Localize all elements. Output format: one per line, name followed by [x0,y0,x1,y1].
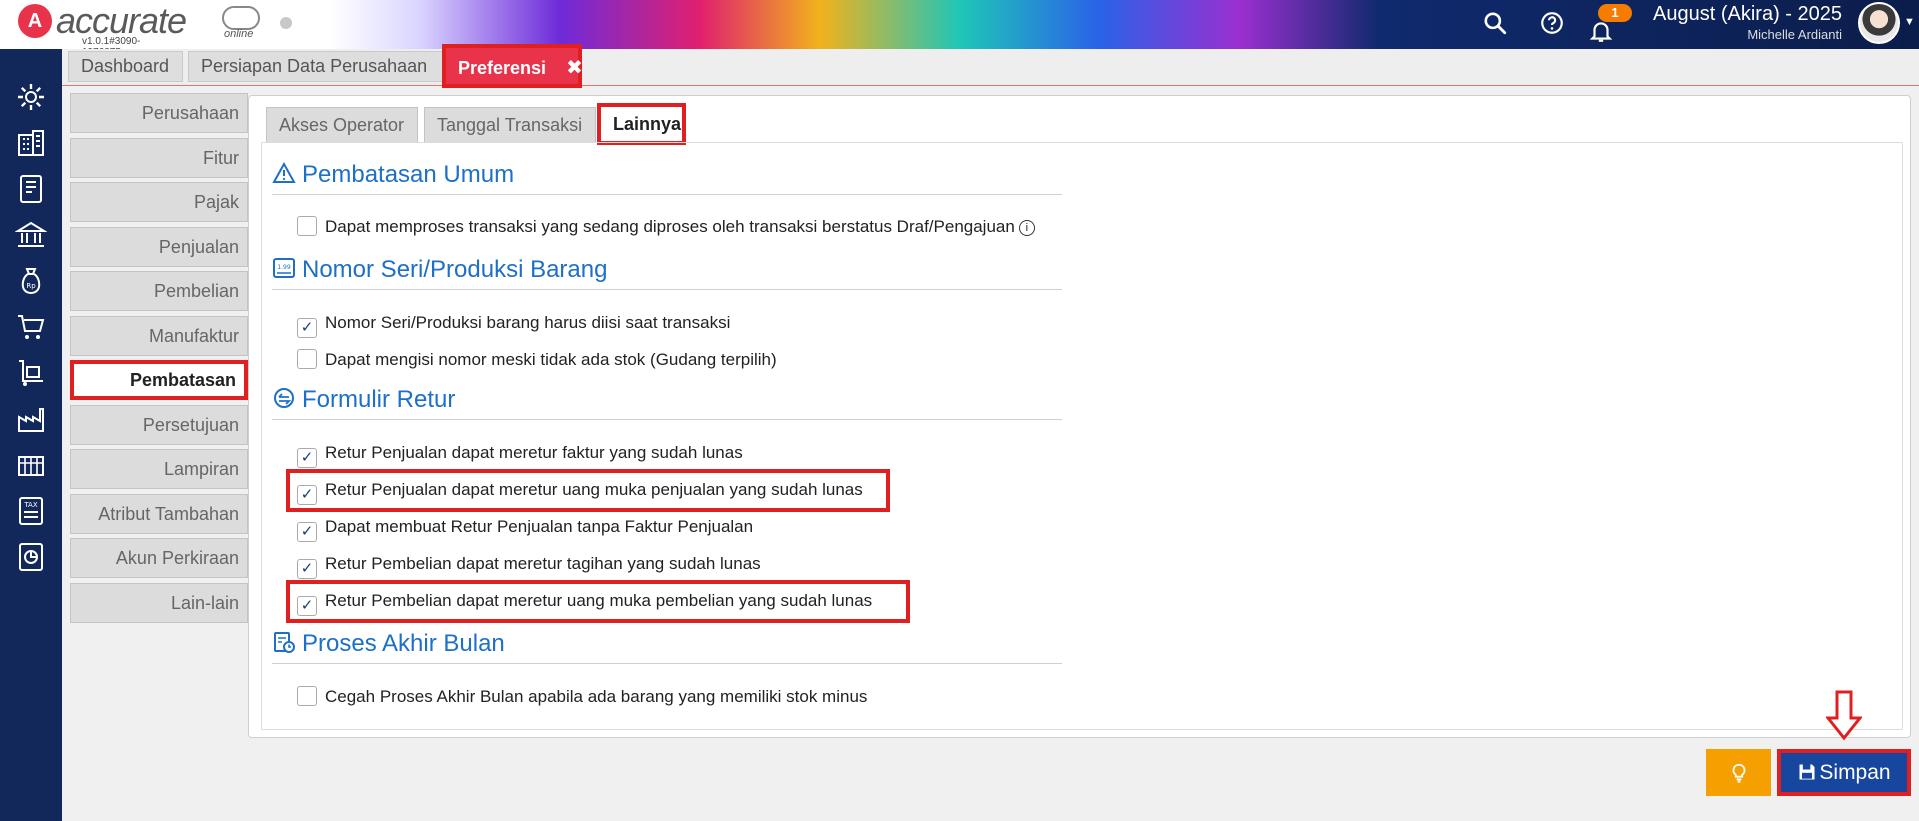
checkbox-unchecked[interactable] [297,216,317,236]
logo-badge-icon: A [18,4,52,38]
section-akun-perkiraan[interactable]: Akun Perkiraan [70,538,248,578]
tab-preferensi[interactable]: Preferensi ✖ [442,44,583,88]
serial-number-icon: 1.99 [273,258,295,278]
chevron-down-icon[interactable]: ▼ [1904,16,1915,28]
tab-dashboard[interactable]: Dashboard [68,51,183,82]
checkbox-checked[interactable]: ✓ [297,318,317,338]
group-title: Proses Akhir Bulan [302,630,505,657]
group-heading-nomor-seri: 1.99 Nomor Seri/Produksi Barang [272,250,1062,290]
money-bag-icon[interactable]: Rp [15,265,47,297]
option-label: Retur Penjualan dapat meretur faktur yan… [325,443,743,462]
section-perusahaan[interactable]: Perusahaan [70,93,248,133]
info-icon[interactable]: i [1018,220,1035,236]
section-pembatasan[interactable]: Pembatasan [70,360,248,400]
option-retur-tanpa-faktur[interactable]: ✓ Dapat membuat Retur Penjualan tanpa Fak… [297,513,754,542]
cloud-icon [222,6,260,30]
option-retur-tagihan-lunas[interactable]: ✓ Retur Pembelian dapat meretur tagihan y… [297,550,761,579]
top-bar: A accurate online v1.0.1#3090-1976875 1 … [0,0,1919,58]
report-icon[interactable] [15,541,47,573]
section-penjualan[interactable]: Penjualan [70,226,248,267]
group-title: Nomor Seri/Produksi Barang [302,256,608,283]
subtab-tanggal-transaksi[interactable]: Tanggal Transaksi [424,107,596,143]
option-cegah-stok-minus[interactable]: Cegah Proses Akhir Bulan apabila ada bar… [297,683,867,711]
highlight-box [286,580,910,623]
group-heading-pembatasan-umum: Pembatasan Umum [272,155,1062,195]
ledger-icon[interactable] [15,173,47,205]
return-icon [274,388,294,408]
options-form: Pembatasan Umum Dapat memproses transaks… [261,142,1903,730]
section-pembelian[interactable]: Pembelian [70,271,248,311]
cart-icon[interactable] [15,311,47,343]
checkbox-checked[interactable]: ✓ [297,448,317,468]
user-name[interactable]: Michelle Ardianti [1747,27,1842,42]
svg-text:Rp: Rp [26,282,36,290]
tab-label: Persiapan Data Perusahaan [201,56,428,76]
tab-label: Preferensi [458,58,547,78]
save-button[interactable]: Simpan [1777,749,1911,796]
factory-icon[interactable] [15,403,47,435]
option-label: Dapat mengisi nomor meski tidak ada stok… [325,350,777,369]
accounting-period[interactable]: August (Akira) - 2025 [1653,3,1842,26]
group-heading-proses-akhir-bulan: Proses Akhir Bulan [272,624,1062,664]
option-retur-faktur-lunas[interactable]: ✓ Retur Penjualan dapat meretur faktur ya… [297,439,743,468]
option-nomor-seri-wajib[interactable]: ✓ Nomor Seri/Produksi barang harus diisi … [297,309,731,338]
option-label: Dapat memproses transaksi yang sedang di… [325,217,1015,236]
preference-section-nav: Perusahaan Fitur Pajak Penjualan Pembeli… [70,93,248,627]
subtab-lainnya[interactable]: Lainnya [597,103,686,145]
calendar-clock-icon [274,632,295,653]
gear-icon[interactable] [15,81,47,113]
search-icon[interactable] [1482,10,1508,36]
subtab-akses-operator[interactable]: Akses Operator [266,107,418,143]
section-fitur[interactable]: Fitur [70,137,248,178]
bank-icon[interactable] [15,219,47,251]
option-label: Cegah Proses Akhir Bulan apabila ada bar… [325,687,868,706]
main-tab-bar: Dashboard Persiapan Data Perusahaan Pref… [62,44,1919,88]
logo-tagline: online [224,28,254,40]
group-title: Pembatasan Umum [302,161,515,188]
tab-label: Dashboard [81,56,170,76]
building-icon[interactable] [15,127,47,159]
warehouse-icon[interactable] [15,449,47,481]
option-nomor-tanpa-stok[interactable]: Dapat mengisi nomor meski tidak ada stok… [297,346,777,374]
avatar[interactable] [1858,2,1900,44]
section-atribut-tambahan[interactable]: Atribut Tambahan [70,493,248,534]
preference-panel: Akses Operator Tanggal Transaksi Lainnya… [248,95,1911,738]
checkbox-checked[interactable]: ✓ [297,559,317,579]
checkbox-checked[interactable]: ✓ [297,522,317,542]
section-persetujuan[interactable]: Persetujuan [70,404,248,445]
section-lain-lain[interactable]: Lain-lain [70,582,248,623]
tax-icon[interactable]: TAX [15,495,47,527]
checkbox-unchecked[interactable] [297,349,317,369]
group-heading-formulir-retur: Formulir Retur [272,380,1062,420]
save-label: Simpan [1819,761,1891,784]
highlight-box [286,469,890,512]
status-dot [280,17,292,29]
help-icon[interactable] [1539,10,1565,36]
arrow-down-icon [1826,690,1862,741]
option-proses-transaksi-draf[interactable]: Dapat memproses transaksi yang sedang di… [297,213,1035,241]
group-title: Formulir Retur [302,386,456,413]
lightbulb-icon [1732,763,1745,783]
section-manufaktur[interactable]: Manufaktur [70,315,248,356]
section-pajak[interactable]: Pajak [70,182,248,222]
warning-icon [272,161,296,183]
close-icon[interactable]: ✖ [566,48,583,88]
checkbox-unchecked[interactable] [297,686,317,706]
floppy-disk-icon [1799,764,1815,780]
module-rail: Rp TAX [0,49,62,821]
section-lampiran[interactable]: Lampiran [70,449,248,489]
notification-badge[interactable]: 1 [1598,4,1632,22]
option-label: Retur Pembelian dapat meretur tagihan ya… [325,554,761,573]
tips-button[interactable] [1706,749,1771,796]
hand-truck-icon[interactable] [15,357,47,389]
svg-text:1.99: 1.99 [277,264,291,271]
option-label: Nomor Seri/Produksi barang harus diisi s… [325,313,731,332]
option-label: Dapat membuat Retur Penjualan tanpa Fakt… [325,517,754,536]
svg-text:TAX: TAX [23,501,38,509]
